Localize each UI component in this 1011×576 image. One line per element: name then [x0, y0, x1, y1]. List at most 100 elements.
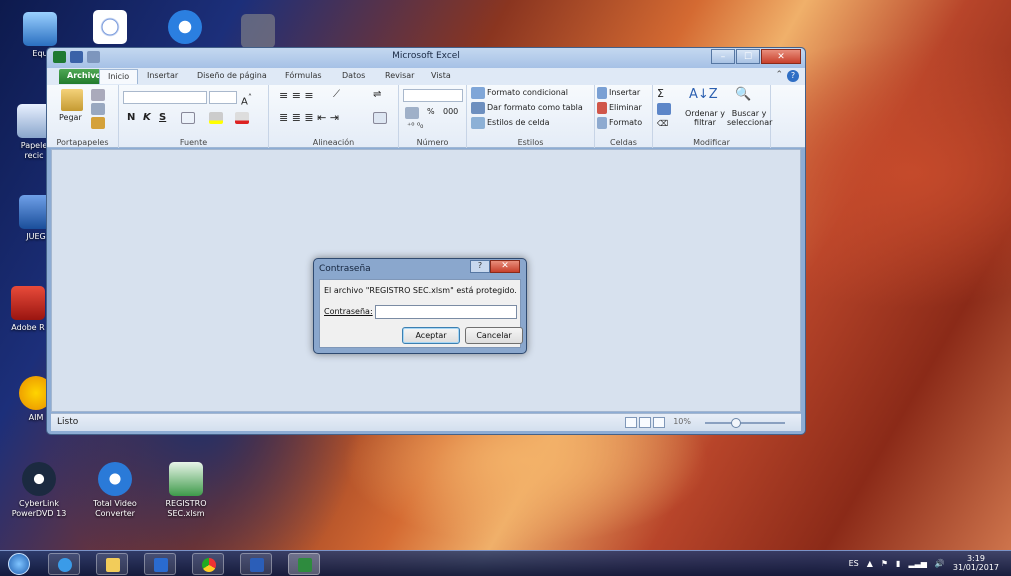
insert-button[interactable]: Insertar	[609, 88, 640, 97]
copy-icon[interactable]	[91, 103, 105, 115]
format-button[interactable]: Formato	[609, 118, 642, 127]
flag-icon[interactable]: ⚑	[881, 559, 888, 568]
tab-diseno[interactable]: Diseño de página	[189, 69, 275, 84]
merge-icon[interactable]	[373, 112, 387, 124]
window-title: Microsoft Excel	[392, 51, 460, 61]
page-layout-button[interactable]	[639, 417, 651, 428]
group-label: Celdas	[610, 138, 637, 147]
taskbar-media[interactable]	[144, 553, 176, 575]
align-top-icon[interactable]: ≡ ≡ ≡	[279, 89, 314, 102]
table-format-button[interactable]: Dar formato como tabla	[487, 103, 583, 112]
desktop-icon-player[interactable]	[167, 10, 203, 47]
tab-datos[interactable]: Datos	[334, 69, 373, 84]
font-size-box[interactable]	[209, 91, 237, 104]
excel-icon	[298, 558, 312, 572]
number-format-box[interactable]	[403, 89, 463, 102]
conditional-format-icon	[471, 87, 485, 99]
cut-icon[interactable]	[91, 89, 105, 101]
clock-date: 31/01/2017	[952, 563, 999, 572]
desktop-icon-unknown[interactable]	[240, 14, 276, 51]
zoom-slider[interactable]	[705, 422, 785, 424]
italic-button[interactable]: K	[143, 112, 151, 123]
tab-formulas[interactable]: Fórmulas	[277, 69, 330, 84]
volume-icon[interactable]: 🔊	[935, 559, 945, 568]
grow-font-icon[interactable]: A˄	[241, 92, 252, 107]
cond-format-button[interactable]: Formato condicional	[487, 88, 568, 97]
cell-styles-button[interactable]: Estilos de celda	[487, 118, 549, 127]
desktop-icon-label: Adobe R	[11, 323, 45, 332]
maximize-button[interactable]: ☐	[736, 49, 760, 64]
thousands-button[interactable]: 000	[443, 107, 458, 116]
wrap-text-icon[interactable]: ⇌	[373, 89, 381, 100]
orientation-icon[interactable]: ⟋	[333, 89, 340, 100]
start-button[interactable]	[8, 553, 30, 575]
desktop-icon-label: CyberLink PowerDVD 13	[11, 499, 67, 518]
folder-icon	[106, 558, 120, 572]
page-break-button[interactable]	[653, 417, 665, 428]
tab-revisar[interactable]: Revisar	[377, 69, 422, 84]
taskbar-excel[interactable]	[288, 553, 320, 575]
minimize-button[interactable]: –	[711, 49, 735, 64]
taskbar-word[interactable]	[240, 553, 272, 575]
accept-button[interactable]: Aceptar	[402, 327, 460, 344]
password-input[interactable]	[375, 305, 517, 319]
desktop-icon-powerdvd[interactable]: CyberLink PowerDVD 13	[6, 462, 72, 519]
tab-inicio[interactable]: Inicio	[99, 69, 139, 84]
taskbar-chrome[interactable]	[192, 553, 224, 575]
word-icon	[250, 558, 264, 572]
group-label: Alineación	[312, 138, 355, 147]
cancel-button[interactable]: Cancelar	[465, 327, 523, 344]
font-name-box[interactable]	[123, 91, 207, 104]
font-color-icon[interactable]	[235, 112, 249, 124]
desktop-icon-registro[interactable]: REGISTRO SEC.xlsm	[153, 462, 219, 519]
geogebra-icon	[93, 10, 127, 44]
zoom-level: 10%	[673, 417, 691, 426]
language-indicator[interactable]: ES	[849, 559, 859, 568]
paste-icon[interactable]	[61, 89, 83, 111]
clock[interactable]: 3:19 31/01/2017	[953, 554, 999, 572]
dialog-help-button[interactable]: ?	[470, 260, 490, 273]
status-bar: Listo 10%	[51, 413, 801, 431]
tab-insertar[interactable]: Insertar	[139, 69, 186, 84]
sort-filter-button[interactable]: Ordenar y filtrar	[683, 109, 727, 127]
network-icon[interactable]: ▂▃▅	[908, 559, 926, 568]
autosum-icon[interactable]: Σ	[657, 87, 664, 100]
tab-vista[interactable]: Vista	[423, 69, 459, 84]
excel-window: Microsoft Excel – ☐ ✕ Archivo Inicio Ins…	[46, 47, 806, 435]
help-icon[interactable]: ?	[787, 70, 799, 82]
ribbon-collapse-icon[interactable]: ⌃	[775, 70, 783, 82]
percent-button[interactable]: %	[427, 107, 435, 116]
desktop-icon-adobe[interactable]: Adobe R	[8, 286, 48, 333]
clear-icon[interactable]: ⌫	[657, 119, 668, 128]
show-hidden-icons[interactable]: ▲	[867, 559, 873, 568]
computer-icon	[23, 12, 57, 46]
close-button[interactable]: ✕	[761, 49, 801, 64]
group-cells: Insertar Eliminar Formato Celdas	[595, 85, 653, 148]
paste-label[interactable]: Pegar	[59, 113, 82, 122]
sort-icon: A↓Z	[689, 87, 718, 102]
delete-button[interactable]: Eliminar	[609, 103, 642, 112]
taskbar-explorer[interactable]	[96, 553, 128, 575]
decimal-icon[interactable]: ⁺⁰ ⁰₀	[407, 121, 423, 130]
converter-icon	[98, 462, 132, 496]
align-left-icon[interactable]: ≣ ≣ ≣ ⇤ ⇥	[279, 111, 339, 124]
fill-icon[interactable]	[657, 103, 671, 115]
desktop-icon-geogebra[interactable]	[92, 10, 128, 47]
delete-cells-icon	[597, 102, 607, 114]
find-select-button[interactable]: Buscar y seleccionar	[727, 109, 772, 127]
desktop-icon-converter[interactable]: Total Video Converter	[82, 462, 148, 519]
taskbar-ie[interactable]	[48, 553, 80, 575]
normal-view-button[interactable]	[625, 417, 637, 428]
title-bar[interactable]: Microsoft Excel – ☐ ✕	[47, 48, 805, 68]
bold-button[interactable]: N	[127, 112, 135, 123]
fill-color-icon[interactable]	[209, 112, 223, 124]
zoom-slider-handle[interactable]	[731, 418, 741, 428]
format-cells-icon	[597, 117, 607, 129]
currency-icon[interactable]	[405, 107, 419, 119]
underline-button[interactable]: S	[159, 112, 166, 123]
desktop-icon-label: Papele recic	[20, 141, 48, 160]
borders-icon[interactable]	[181, 112, 195, 124]
format-painter-icon[interactable]	[91, 117, 105, 129]
battery-icon[interactable]: ▮	[896, 559, 900, 568]
dialog-close-button[interactable]: ✕	[490, 260, 520, 273]
